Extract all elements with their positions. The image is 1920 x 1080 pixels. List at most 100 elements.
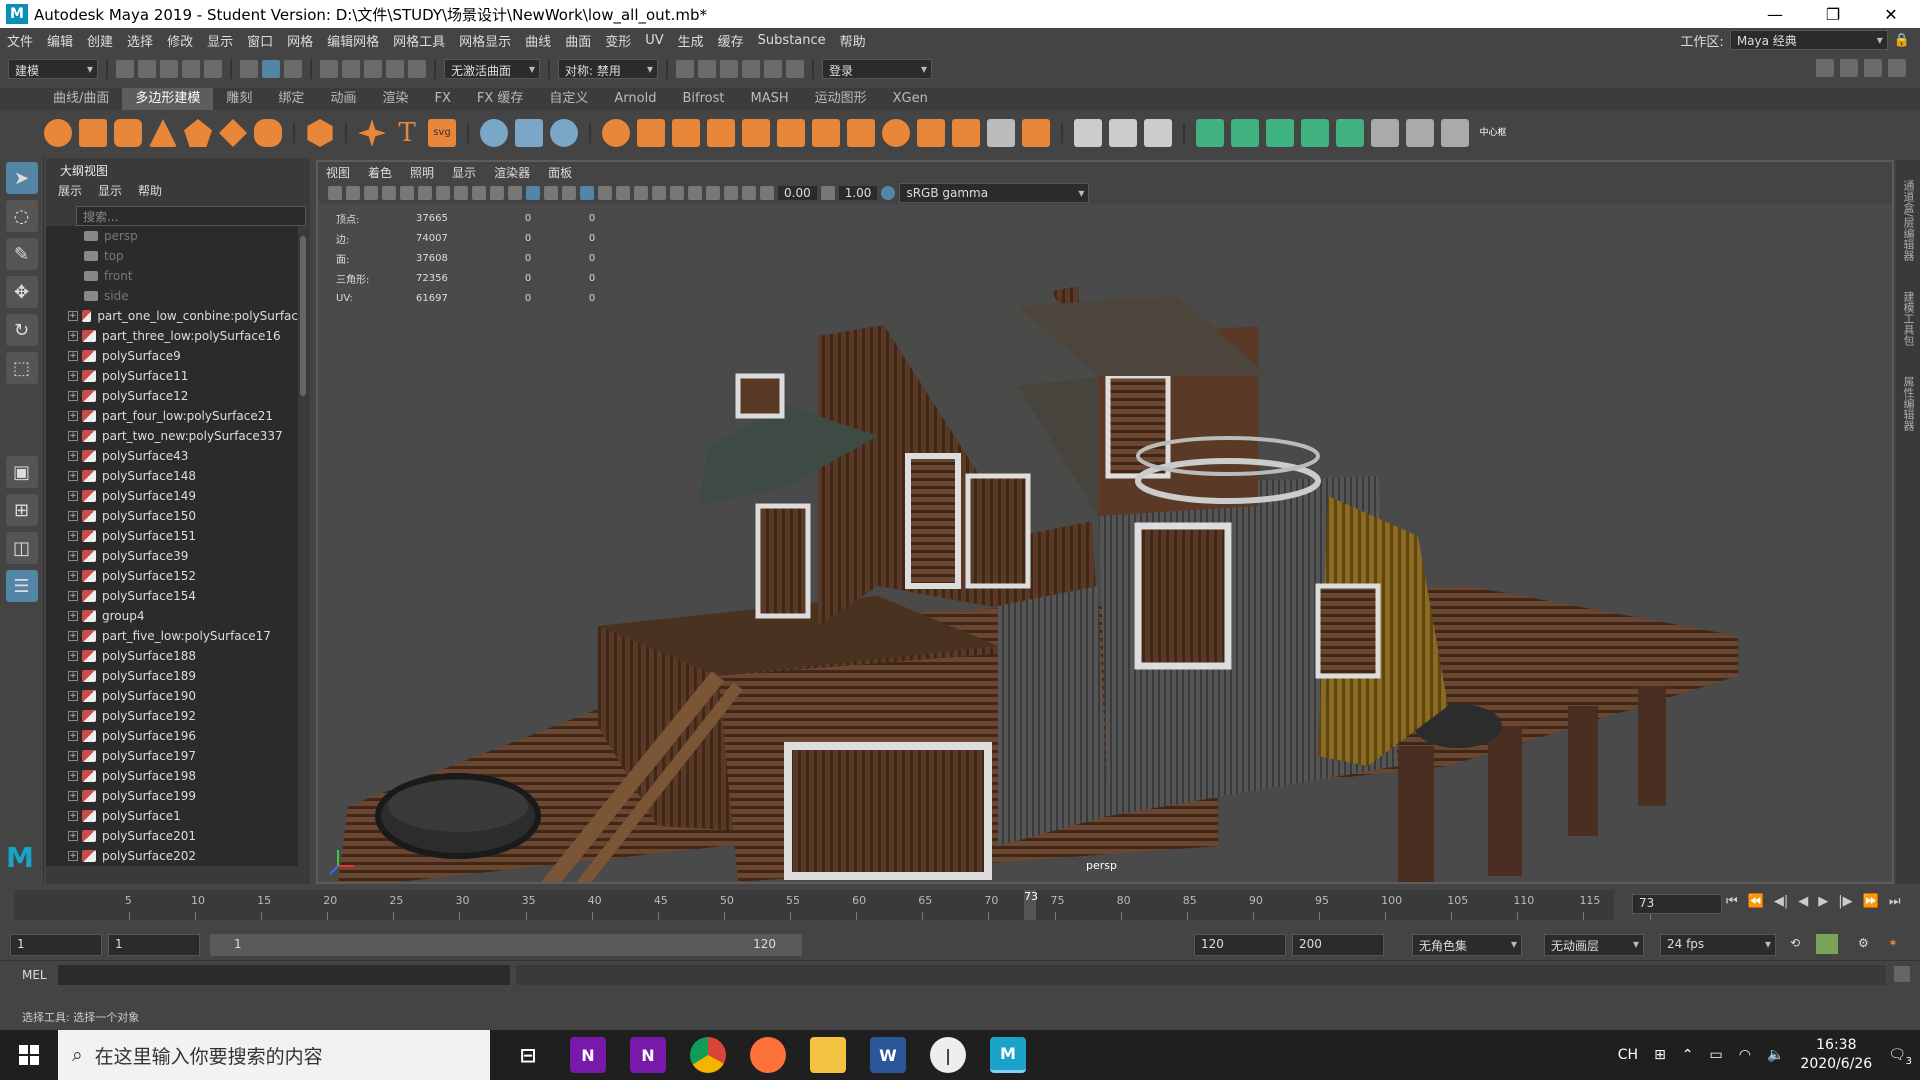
outliner-camera-row[interactable]: persp	[46, 226, 298, 246]
range-slider[interactable]: 1 120	[210, 934, 802, 956]
render-frame-icon[interactable]	[698, 60, 716, 78]
platonic-solid-icon[interactable]	[307, 119, 333, 147]
minimize-icon[interactable]: —	[1746, 0, 1804, 28]
exposure-icon[interactable]	[760, 186, 774, 200]
shelf-tab-9[interactable]: Arnold	[601, 88, 669, 110]
menu-item-17[interactable]: Substance	[751, 33, 833, 48]
screen-space-ao-icon[interactable]	[634, 186, 648, 200]
loop-icon[interactable]: ⟲	[1790, 936, 1800, 950]
wireframe-icon[interactable]	[508, 186, 522, 200]
single-view-icon[interactable]: ▣	[5, 456, 38, 488]
side-tab-0[interactable]: 通道盒/层编辑器	[1900, 180, 1916, 261]
select-hierarchy-icon[interactable]	[240, 60, 258, 78]
outliner-row[interactable]: + polySurface188	[46, 646, 298, 666]
poly-sphere-icon[interactable]	[44, 119, 72, 147]
outliner-layout-icon[interactable]: ☰	[5, 570, 38, 602]
four-view-icon[interactable]: ⊞	[5, 494, 38, 526]
expand-icon[interactable]: +	[68, 351, 78, 361]
field-chart-icon[interactable]	[472, 186, 486, 200]
shelf-tab-13[interactable]: XGen	[880, 88, 941, 110]
shelf-tab-10[interactable]: Bifrost	[669, 88, 737, 110]
rotate-tool-icon[interactable]: ↻	[5, 314, 38, 346]
expand-icon[interactable]: +	[68, 491, 78, 501]
outliner-row[interactable]: + polySurface149	[46, 486, 298, 506]
viewport-menu-item-1[interactable]: 着色	[368, 164, 392, 180]
outliner-menu-item-2[interactable]: 帮助	[138, 182, 162, 200]
expand-icon[interactable]: +	[68, 471, 78, 481]
outliner-row[interactable]: + polySurface201	[46, 826, 298, 846]
menu-item-2[interactable]: 创建	[80, 31, 120, 50]
freeze-transform-icon[interactable]	[1231, 119, 1259, 147]
anti-alias-icon[interactable]	[670, 186, 684, 200]
select-tool-icon[interactable]: ➤	[5, 162, 38, 194]
gate-mask-icon[interactable]	[454, 186, 468, 200]
file-explorer-icon[interactable]	[810, 1037, 846, 1073]
symmetry-dropdown[interactable]: 对称: 禁用	[558, 59, 658, 79]
task-view-icon[interactable]: ⊟	[510, 1037, 546, 1073]
poly-cylinder-icon[interactable]	[114, 119, 142, 147]
outliner-camera-row[interactable]: front	[46, 266, 298, 286]
shelf-tab-7[interactable]: FX 缓存	[464, 88, 537, 110]
menu-item-9[interactable]: 网格工具	[386, 31, 452, 50]
onenote-2016-icon[interactable]: N	[630, 1037, 666, 1073]
anim-layer-dropdown[interactable]: 无动画层	[1544, 934, 1644, 956]
side-tab-2[interactable]: 属性编辑器	[1900, 376, 1916, 431]
viewport-menu-item-3[interactable]: 显示	[452, 164, 476, 180]
menu-item-12[interactable]: 曲面	[558, 31, 598, 50]
quad-draw-icon[interactable]	[917, 119, 945, 147]
outliner-row[interactable]: + polySurface12	[46, 386, 298, 406]
play-forward-icon[interactable]: ▶	[1818, 894, 1828, 909]
uv-planar-icon[interactable]	[1074, 119, 1102, 147]
go-to-end-icon[interactable]: ⏭	[1889, 894, 1901, 909]
step-back-frame-icon[interactable]: ◀︎|	[1774, 894, 1788, 909]
paint-select-icon[interactable]: ✎	[5, 238, 38, 270]
motion-blur-icon[interactable]	[652, 186, 666, 200]
gamma-field[interactable]: 1.00	[838, 186, 878, 200]
close-icon[interactable]: ✕	[1862, 0, 1920, 28]
time-ruler[interactable]: 5 10 15 20 25 30 35 40 45 50 55 60 65 70 75 80 85 90 95 100…	[14, 890, 1667, 920]
expand-icon[interactable]: +	[68, 331, 78, 341]
viewport-menu-item-0[interactable]: 视图	[326, 164, 350, 180]
outliner-row[interactable]: + polySurface11	[46, 366, 298, 386]
mirror-icon[interactable]	[550, 119, 578, 147]
shelf-tab-4[interactable]: 动画	[317, 88, 369, 110]
outliner-row[interactable]: + polySurface190	[46, 686, 298, 706]
ime-mode-icon[interactable]: ⊞	[1654, 1047, 1666, 1063]
shelf-tab-0[interactable]: 曲线/曲面	[40, 88, 122, 110]
reset-transform-icon[interactable]	[1301, 119, 1329, 147]
menu-item-13[interactable]: 变形	[598, 31, 638, 50]
expand-icon[interactable]: +	[68, 771, 78, 781]
expand-icon[interactable]: +	[68, 451, 78, 461]
onenote-icon[interactable]: N	[570, 1037, 606, 1073]
offset-edge-loop-icon[interactable]	[987, 119, 1015, 147]
menu-item-5[interactable]: 显示	[200, 31, 240, 50]
outliner-row[interactable]: + polySurface199	[46, 786, 298, 806]
shelf-tab-2[interactable]: 雕刻	[213, 88, 265, 110]
outliner-row[interactable]: + polySurface1	[46, 806, 298, 826]
expand-icon[interactable]: +	[68, 611, 78, 621]
expand-icon[interactable]: +	[68, 311, 78, 321]
shelf-tab-3[interactable]: 绑定	[265, 88, 317, 110]
login-dropdown[interactable]: 登录	[822, 59, 932, 79]
play-backward-icon[interactable]: ◀	[1798, 894, 1808, 909]
two-view-icon[interactable]: ◫	[5, 532, 38, 564]
volume-icon[interactable]: 🔈	[1767, 1047, 1784, 1063]
cmd-input[interactable]	[58, 965, 510, 985]
battery-icon[interactable]: ▭	[1710, 1047, 1723, 1063]
hypershade-icon[interactable]	[764, 60, 782, 78]
snap-grid-icon[interactable]	[320, 60, 338, 78]
maya-taskbar-icon[interactable]: M	[990, 1037, 1026, 1073]
outliner-row[interactable]: + polySurface151	[46, 526, 298, 546]
notification-icon[interactable]: 🗨 3	[1888, 1047, 1912, 1067]
expand-icon[interactable]: +	[68, 751, 78, 761]
viewport-menu-item-5[interactable]: 面板	[548, 164, 572, 180]
expand-icon[interactable]: +	[68, 551, 78, 561]
current-frame-marker[interactable]: 73	[1024, 890, 1038, 920]
expand-icon[interactable]: +	[68, 651, 78, 661]
anim-end-field[interactable]: 200	[1292, 934, 1384, 956]
new-scene-icon[interactable]	[116, 60, 134, 78]
expand-icon[interactable]: +	[68, 631, 78, 641]
color-management-icon[interactable]	[881, 186, 896, 200]
expand-icon[interactable]: +	[68, 591, 78, 601]
snap-point-icon[interactable]	[364, 60, 382, 78]
